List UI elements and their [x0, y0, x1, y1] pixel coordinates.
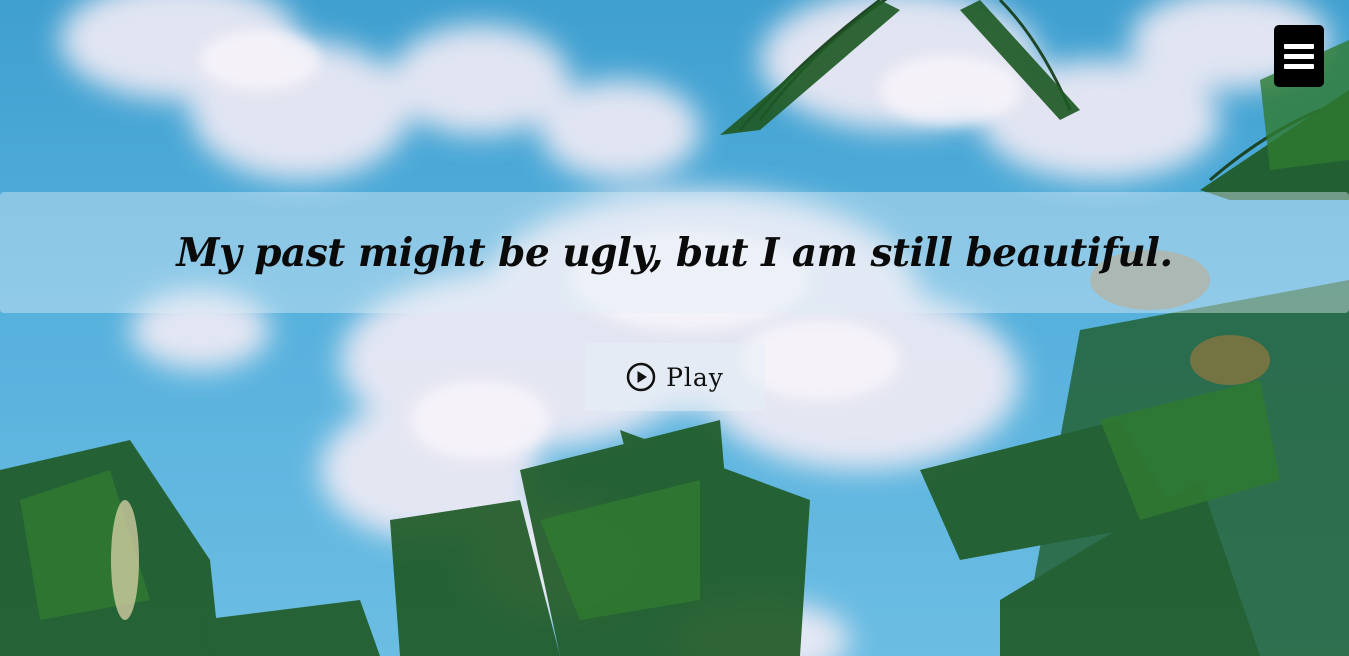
play-label: Play — [666, 362, 724, 392]
quote-text: My past might be ugly, but I am still be… — [176, 229, 1173, 276]
play-button[interactable]: Play — [585, 343, 765, 411]
quote-banner: My past might be ugly, but I am still be… — [0, 192, 1349, 313]
hamburger-menu-button[interactable] — [1274, 25, 1324, 87]
hamburger-icon-bar-middle — [1284, 53, 1314, 59]
play-circle-icon — [626, 362, 656, 392]
hamburger-icon-bar-bottom — [1284, 63, 1314, 69]
hamburger-icon-bar-top — [1284, 43, 1314, 49]
sky-palms-background-image — [0, 0, 1349, 656]
background-scene — [0, 0, 1349, 656]
